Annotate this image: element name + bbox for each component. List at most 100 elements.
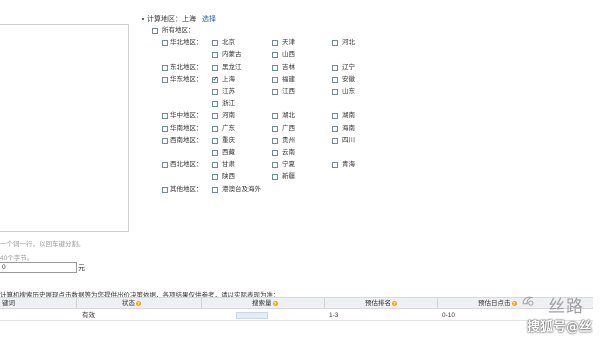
watermark-logo-icon <box>522 296 534 306</box>
city-label: 新疆 <box>282 173 295 181</box>
city-checkbox[interactable] <box>332 125 338 132</box>
col-status-label: 状态 <box>122 300 135 307</box>
city-label: 黑龙江 <box>222 63 242 71</box>
city-checkbox[interactable] <box>212 174 218 181</box>
help-icon[interactable]: ? <box>392 300 397 306</box>
city-label: 吉林 <box>282 63 295 71</box>
region-group-checkbox[interactable] <box>162 125 168 132</box>
keyword-hint: 一个词一行，以回车键分割。 <box>0 241 85 248</box>
region-group-checkbox[interactable] <box>162 186 168 193</box>
city-checkbox[interactable] <box>212 89 218 95</box>
divider <box>324 298 325 308</box>
table-header: 键词 状态? 搜索量? 预估排名? 预估日点击? <box>0 297 593 309</box>
city-checkbox[interactable] <box>212 75 218 83</box>
city-checkbox[interactable] <box>272 76 278 83</box>
col-rank: 预估排名? <box>365 299 397 308</box>
col-volume-label: 搜索量 <box>252 300 272 307</box>
length-hint: 40个字节。 <box>0 255 34 262</box>
city-checkbox[interactable] <box>212 137 218 144</box>
region-group-label: 其他地区： <box>170 185 203 193</box>
help-icon[interactable]: ? <box>511 300 517 306</box>
city-checkbox[interactable] <box>272 150 278 156</box>
city-label: 港澳台及海外 <box>222 185 261 193</box>
city-label: 天津 <box>282 39 295 47</box>
city-checkbox[interactable] <box>212 113 218 120</box>
region-group-checkbox[interactable] <box>162 137 168 144</box>
city-checkbox[interactable] <box>272 137 278 144</box>
col-status: 状态? <box>122 299 141 308</box>
col-clicks-label: 预估日点击 <box>478 300 511 307</box>
city-label: 江苏 <box>222 88 235 95</box>
city-checkbox[interactable] <box>212 52 218 59</box>
city-label: 河北 <box>342 39 355 47</box>
city-checkbox[interactable] <box>272 162 278 169</box>
region-group-label: 东北地区： <box>170 63 203 71</box>
help-icon[interactable]: ? <box>272 300 278 306</box>
city-label: 重庆 <box>222 136 235 144</box>
city-checkbox[interactable] <box>272 174 278 181</box>
city-label: 辽宁 <box>342 63 355 71</box>
col-rank-label: 预估排名 <box>365 300 391 307</box>
bid-unit: 元 <box>78 265 85 272</box>
city-label: 北京 <box>222 39 235 47</box>
city-checkbox[interactable] <box>272 40 278 47</box>
keyword-textarea[interactable] <box>0 24 129 232</box>
city-label: 江西 <box>282 88 295 95</box>
city-checkbox[interactable] <box>272 89 278 95</box>
city-checkbox[interactable] <box>332 76 338 83</box>
city-label: 甘肃 <box>222 161 235 169</box>
city-label: 西藏 <box>222 149 235 156</box>
watermark-source: 搜狐号@丝 <box>527 320 593 335</box>
city-checkbox[interactable] <box>212 186 218 193</box>
city-checkbox[interactable] <box>272 113 278 120</box>
city-checkbox[interactable] <box>212 101 218 108</box>
region-group-label: 华南地区： <box>170 124 203 132</box>
city-checkbox[interactable] <box>332 64 338 71</box>
city-label: 湖南 <box>342 112 355 120</box>
region-group-checkbox[interactable] <box>162 162 168 169</box>
city-checkbox[interactable] <box>332 89 338 95</box>
city-label: 福建 <box>282 75 295 83</box>
city-checkbox[interactable] <box>332 40 338 47</box>
city-checkbox[interactable] <box>332 162 338 169</box>
table-row: 有效 1-3 0-10 <box>0 310 593 321</box>
region-group-label: 华中地区： <box>170 112 203 120</box>
region-title-row: 计算地区：上海 选择 <box>142 14 216 24</box>
col-keyword: 键词 <box>2 300 15 307</box>
help-icon[interactable]: ? <box>136 300 141 306</box>
city-checkbox[interactable] <box>212 125 218 132</box>
city-label: 上海 <box>222 75 235 83</box>
city-label: 河南 <box>222 112 235 120</box>
city-label: 安徽 <box>342 75 355 83</box>
city-checkbox[interactable] <box>272 125 278 132</box>
cell-clicks: 0-10 <box>442 312 456 319</box>
city-label: 宁夏 <box>282 161 295 169</box>
city-checkbox[interactable] <box>212 40 218 47</box>
city-checkbox[interactable] <box>212 162 218 169</box>
cell-status: 有效 <box>82 312 95 319</box>
region-group-checkbox[interactable] <box>162 40 168 47</box>
city-checkbox[interactable] <box>212 64 218 71</box>
city-label: 山东 <box>342 88 355 95</box>
all-regions-checkbox[interactable] <box>152 28 158 34</box>
city-label: 湖北 <box>282 112 295 120</box>
region-group-label: 西北地区： <box>170 161 203 169</box>
city-checkbox[interactable] <box>332 113 338 120</box>
select-region-link[interactable]: 选择 <box>202 16 216 23</box>
city-checkbox[interactable] <box>212 150 218 156</box>
city-label: 内蒙古 <box>222 51 242 59</box>
city-label: 贵州 <box>282 136 295 144</box>
city-checkbox[interactable] <box>272 52 278 59</box>
col-clicks: 预估日点击? <box>478 299 517 308</box>
region-group-label: 西南地区： <box>170 136 203 144</box>
region-group-checkbox[interactable] <box>162 64 168 71</box>
city-label: 山西 <box>282 51 295 59</box>
city-checkbox[interactable] <box>272 64 278 71</box>
volume-bar <box>236 312 268 319</box>
bid-input[interactable] <box>0 262 77 273</box>
region-group-label: 华北地区： <box>170 39 203 47</box>
bullet-icon <box>142 18 144 21</box>
region-group-checkbox[interactable] <box>162 113 168 120</box>
city-checkbox[interactable] <box>332 137 338 144</box>
region-group-checkbox[interactable] <box>162 76 168 83</box>
